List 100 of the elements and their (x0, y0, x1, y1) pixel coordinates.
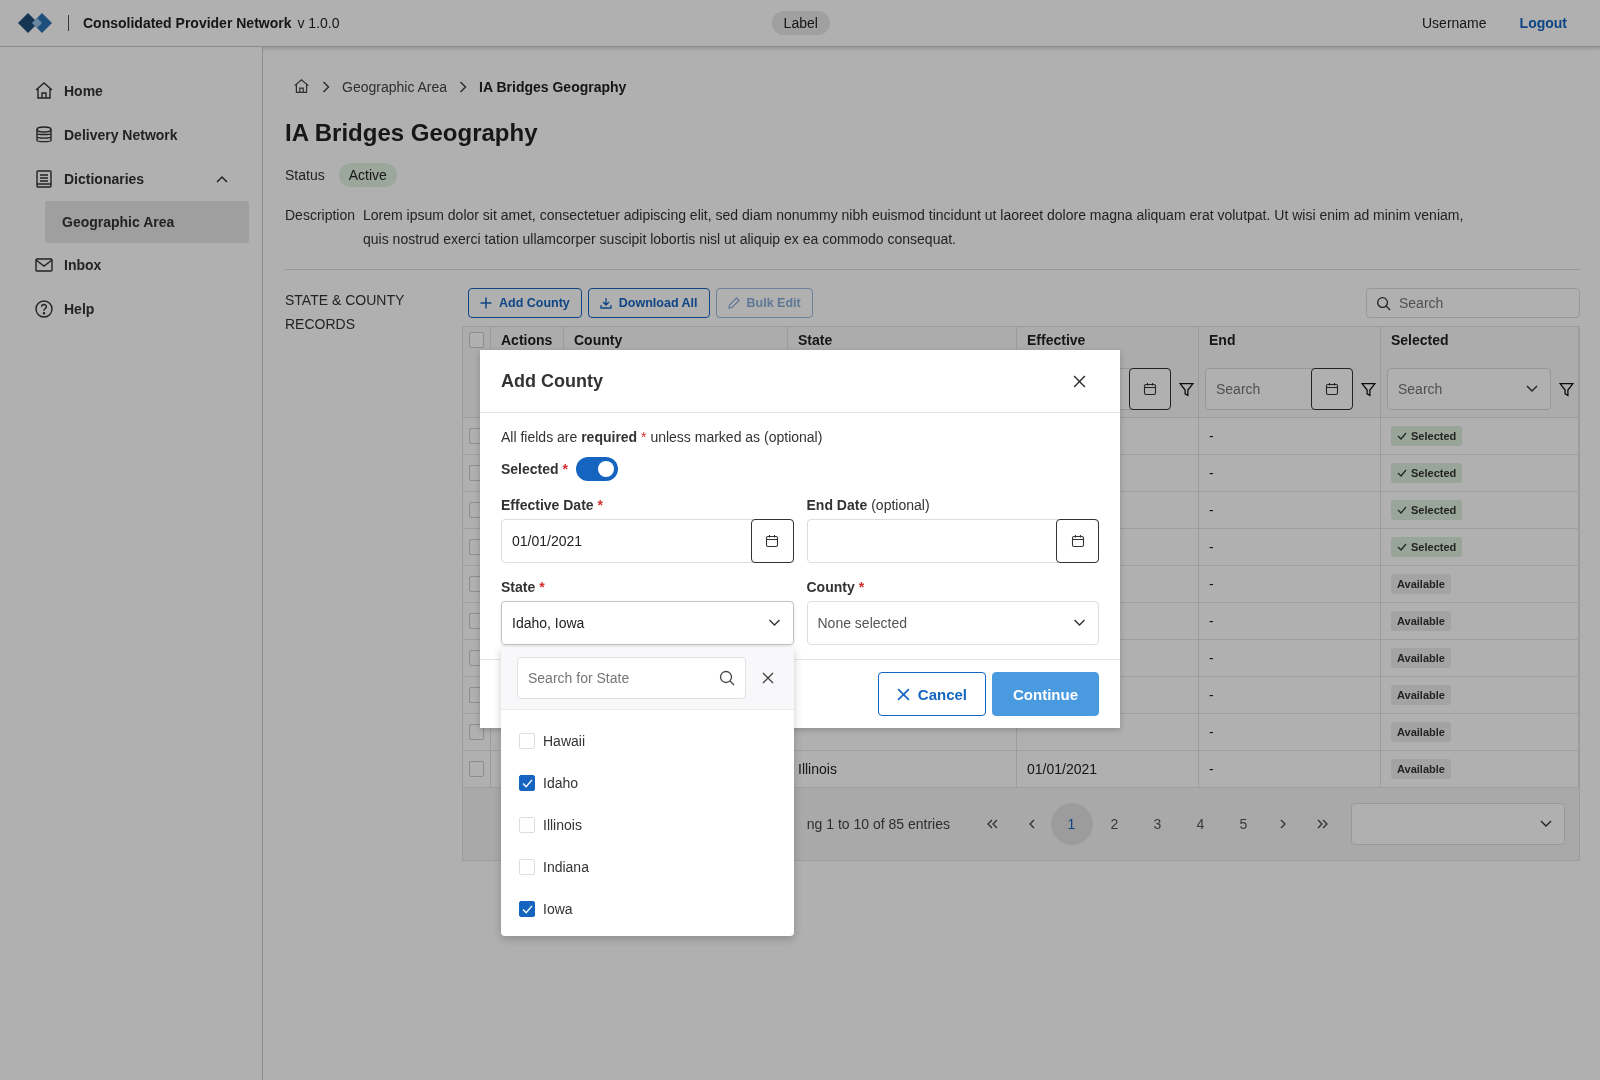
table-cell: - (1209, 502, 1214, 518)
table-cell: - (1209, 613, 1214, 629)
nav-item[interactable]: Home (0, 69, 262, 113)
nav-subitem[interactable]: Geographic Area (45, 201, 249, 243)
label-pill: Label (771, 11, 830, 35)
calendar-icon (1143, 382, 1157, 396)
column-header: Selected (1381, 327, 1579, 361)
table-cell: 01/01/2021 (1027, 761, 1098, 777)
plus-icon (480, 297, 492, 309)
home-icon (34, 81, 54, 101)
chevron-down-icon[interactable] (1526, 385, 1538, 393)
page-button[interactable]: 3 (1136, 803, 1179, 845)
logo-icon (18, 11, 54, 35)
search-field[interactable]: Search (1366, 288, 1580, 318)
calendar-button[interactable] (1129, 368, 1171, 410)
date-filter-field[interactable]: Search (1205, 368, 1353, 410)
close-icon[interactable] (761, 672, 774, 684)
status-badge: Active (338, 163, 397, 187)
calendar-button[interactable] (1311, 368, 1353, 410)
toggle-switch[interactable] (576, 457, 619, 481)
app-version: v 1.0.0 (297, 15, 340, 31)
cancel-button[interactable]: Cancel (877, 672, 986, 716)
first-page-icon[interactable] (986, 819, 1000, 829)
nav-item[interactable]: Delivery Network (0, 113, 262, 157)
help-icon (34, 299, 54, 319)
checkbox[interactable] (519, 775, 535, 791)
select-filter-field[interactable]: Search (1387, 368, 1551, 410)
filter-icon[interactable] (1361, 381, 1376, 397)
status-badge: Selected (1391, 537, 1463, 557)
filter-input[interactable]: Search (1216, 381, 1311, 397)
app-name: Consolidated Provider Network (83, 15, 292, 31)
chevron-down-icon (1540, 820, 1552, 828)
option-label[interactable]: Hawaii (543, 733, 585, 749)
last-page-icon[interactable] (1315, 819, 1329, 829)
field-label: State * (501, 579, 546, 595)
status-badge: Selected (1391, 426, 1463, 446)
option-label[interactable]: Illinois (543, 817, 582, 833)
column-header: End (1199, 327, 1381, 361)
nav-item[interactable]: Inbox (0, 243, 262, 287)
table-cell: - (1209, 761, 1214, 777)
toolbar-button[interactable]: Download All (587, 288, 710, 318)
search-field[interactable]: Search for State (517, 657, 746, 699)
status-badge: Selected (1391, 463, 1463, 483)
table-cell: Illinois (798, 761, 837, 777)
date-input[interactable]: 01/01/2021 (512, 533, 751, 549)
nav-item[interactable]: Dictionaries (0, 157, 262, 201)
chevron-down-icon (1073, 619, 1086, 627)
nav-item[interactable]: Help (0, 287, 262, 331)
close-icon[interactable] (1073, 374, 1086, 388)
select-field[interactable]: None selected (806, 601, 1099, 645)
pencil-icon (727, 297, 740, 309)
status-badge: Available (1391, 685, 1451, 705)
table-cell: - (1209, 539, 1214, 555)
entries-info: ng 1 to 10 of 85 entries (806, 816, 950, 832)
calendar-icon (1325, 382, 1339, 396)
status-label: Status (285, 167, 325, 183)
search-input[interactable]: Search (1399, 295, 1570, 311)
filter-icon[interactable] (1559, 381, 1574, 397)
filter-icon[interactable] (1179, 381, 1194, 397)
logout-link[interactable]: Logout (1519, 15, 1567, 31)
description-label: Description (285, 206, 356, 225)
status-badge: Available (1391, 722, 1451, 742)
row-checkbox[interactable] (469, 761, 484, 777)
home-icon[interactable] (293, 78, 310, 95)
download-icon (599, 297, 612, 309)
calendar-button[interactable] (1056, 519, 1099, 563)
calendar-button[interactable] (750, 519, 794, 563)
page-button[interactable]: 1 (1050, 803, 1093, 845)
date-field[interactable] (806, 519, 1099, 563)
toolbar-button[interactable]: Add County (468, 288, 582, 318)
page-button[interactable]: 5 (1222, 803, 1265, 845)
toggle-label: Selected * (501, 461, 569, 477)
field-label: Effective Date * (501, 497, 605, 513)
search-input[interactable]: Search for State (528, 670, 719, 686)
page-title: IA Bridges Geography (285, 119, 539, 147)
breadcrumb-item[interactable]: Geographic Area (342, 78, 448, 95)
search-icon (718, 670, 735, 686)
checkbox[interactable] (519, 901, 535, 917)
required-note: All fields are required * unless marked as (optional) (501, 429, 824, 445)
select-field[interactable]: Idaho, Iowa (501, 601, 794, 645)
filter-input[interactable]: Search (1398, 381, 1526, 397)
page-button[interactable]: 4 (1179, 803, 1222, 845)
option-label[interactable]: Iowa (543, 901, 573, 917)
breadcrumb-item[interactable]: IA Bridges Geography (479, 78, 627, 95)
table-cell: - (1209, 650, 1214, 666)
next-page-icon[interactable] (1279, 819, 1287, 829)
option-label[interactable]: Indiana (543, 859, 589, 875)
status-badge: Available (1391, 759, 1451, 779)
option-label[interactable]: Idaho (543, 775, 579, 791)
search-icon (1376, 295, 1391, 311)
field-label: County * (806, 579, 866, 595)
chevron-icon (216, 175, 228, 183)
status-badge: Available (1391, 574, 1451, 594)
date-field[interactable]: 01/01/2021 (501, 519, 794, 563)
status-badge: Available (1391, 611, 1451, 631)
chevron-right-icon (459, 80, 468, 93)
table-cell: - (1209, 576, 1214, 592)
previous-page-icon[interactable] (1028, 819, 1036, 829)
page-button[interactable]: 2 (1093, 803, 1136, 845)
row-checkbox[interactable] (469, 724, 484, 740)
